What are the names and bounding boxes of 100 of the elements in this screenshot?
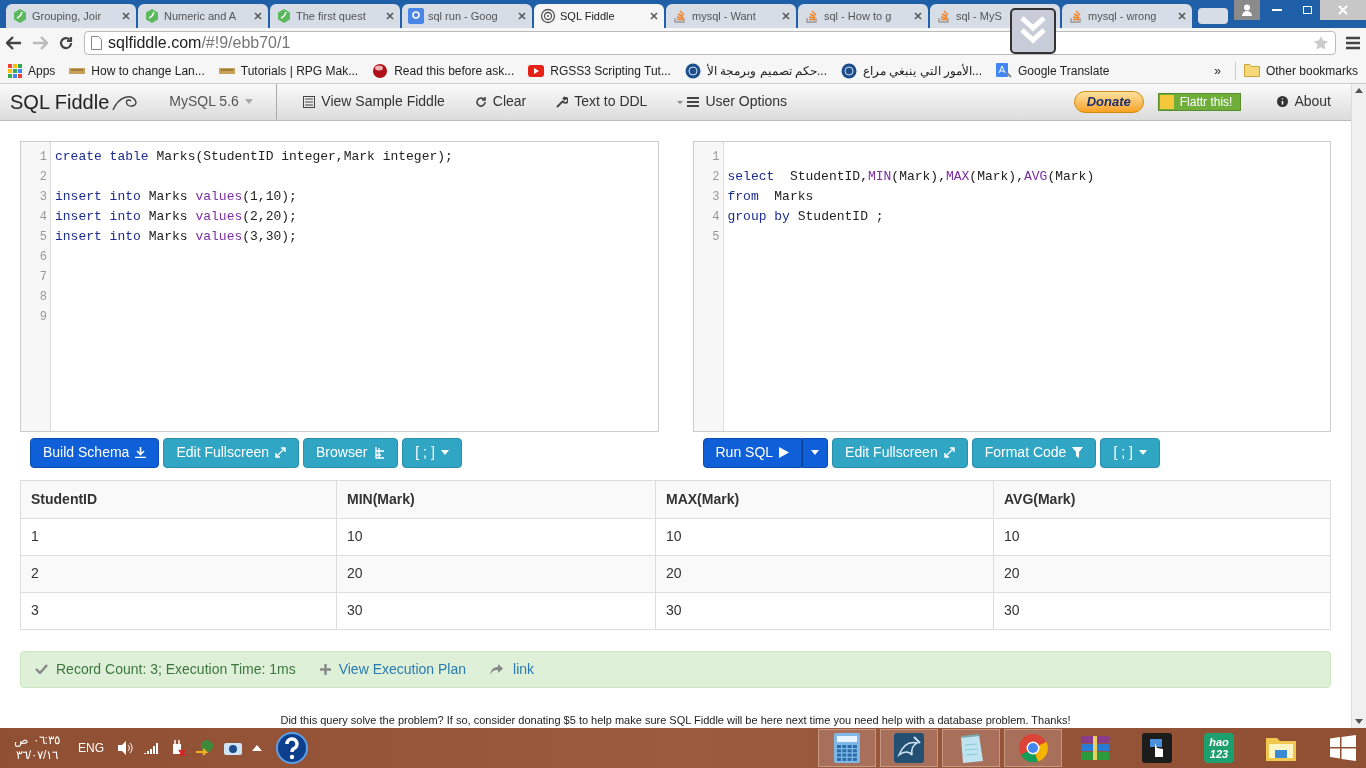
scroll-up-icon[interactable] (1355, 88, 1363, 93)
line-number: 8 (39, 288, 47, 306)
windows-logo-icon[interactable] (1330, 735, 1356, 761)
apps-grid-icon (8, 63, 22, 78)
rpg-logo-icon (69, 65, 86, 76)
donate-button[interactable]: Donate (1073, 90, 1144, 113)
share-link[interactable]: link (490, 658, 535, 680)
nav-item[interactable]: User Options (677, 91, 788, 113)
language-indicator[interactable]: ENG (78, 739, 104, 757)
caret-icon (811, 450, 820, 455)
bookmark-item[interactable]: حكم تصميم وبرمجة الأ... (684, 61, 827, 80)
list-icon (303, 95, 316, 108)
more-bookmarks-button[interactable]: » (1214, 61, 1221, 80)
folder-icon (1243, 64, 1260, 77)
table-cell: 20 (337, 555, 656, 592)
globe-icon (684, 62, 701, 79)
close-icon[interactable] (914, 12, 922, 20)
back-icon[interactable] (6, 36, 22, 50)
close-icon[interactable] (122, 12, 130, 20)
globe-arrow-icon[interactable] (196, 740, 214, 756)
ball-icon (372, 62, 389, 79)
brand-title[interactable]: SQL Fiddle (0, 86, 138, 117)
clock[interactable]: ٠٦:٣٥ ص ٣٦/٠٧/١٦ (6, 733, 68, 763)
google-icon (408, 8, 424, 24)
download-arrows-toast[interactable] (1010, 8, 1056, 54)
bookmark-item[interactable]: How to change Lan... (69, 61, 205, 80)
browser-tab[interactable]: sql run - Goog (402, 4, 532, 28)
close-icon[interactable] (386, 12, 394, 20)
donation-note: Did this query solve the problem? If so, consider donating $5 to help make sure SQL Fiddle will be here next time you need help with a database problem. Thanks! (279, 712, 1072, 728)
line-number: 1 (712, 148, 720, 166)
signal-icon[interactable] (144, 742, 160, 754)
line-number: 2 (712, 168, 720, 186)
reload-icon[interactable] (58, 35, 74, 51)
table-cell: 30 (656, 592, 994, 629)
refresh-icon (474, 95, 487, 108)
column-header: MAX(Mark) (656, 480, 994, 518)
browser-tab[interactable]: SQL Fiddle (534, 4, 664, 28)
code-line: create table Marks(StudentID integer,Mark integer); (55, 147, 453, 166)
camera-icon[interactable] (224, 740, 242, 756)
code-line: from Marks (727, 187, 815, 206)
line-number: 4 (39, 208, 47, 226)
touch-screen-icon (1142, 733, 1172, 763)
address-field[interactable]: sqlfiddle.com/#!9/ebb70/1 (84, 31, 1336, 55)
nav-item[interactable]: Clear (474, 91, 527, 113)
browser-tab[interactable]: mysql - wrong (1062, 4, 1192, 28)
code-editor[interactable]: 1 2 3 4 5 6 7 8 9 create table Marks(StudentID integer,Mark integer); insert into Marks values(1,10); insert into Marks values(2,20); insert into Marks values(3,30); (20, 140, 659, 432)
about-link[interactable]: About (1277, 91, 1331, 113)
browser-tab[interactable]: The first quest (270, 4, 400, 28)
code-line: insert into Marks values(2,20); (55, 207, 298, 226)
bookmark-item[interactable]: Google Translate (996, 61, 1110, 80)
line-number: 5 (712, 228, 720, 246)
execution-plan-link[interactable]: View Execution Plan (319, 658, 467, 680)
dropdown-button[interactable] (802, 437, 829, 468)
browser-tab[interactable]: Grouping, Joir (6, 4, 136, 28)
filter-icon (1072, 447, 1084, 458)
nav-item[interactable]: Text to DDL (556, 91, 648, 113)
toolbar-button[interactable]: Build Schema (30, 437, 160, 468)
star-icon[interactable] (1313, 35, 1329, 51)
record-count: Record Count: 3; Execution Time: 1ms (35, 658, 296, 680)
show-hidden-icon[interactable] (252, 745, 262, 751)
code-editor[interactable]: 1 2 3 4 5 select StudentID,MIN(Mark),MAX(Mark),AVG(Mark) from Marks group by StudentID ; (692, 140, 1331, 432)
line-number: 3 (712, 188, 720, 206)
bookmark-item[interactable]: Read this before ask... (372, 61, 515, 80)
close-icon[interactable] (254, 12, 262, 20)
user-icon[interactable] (1234, 0, 1260, 20)
bookmark-item[interactable]: Apps (8, 61, 56, 80)
tab-title: Grouping, Joir (32, 8, 103, 24)
browser-tab[interactable]: Numeric and A (138, 4, 268, 28)
database-dropdown[interactable]: MySQL 5.6 (169, 84, 278, 120)
menu-icon[interactable] (1346, 36, 1360, 50)
stack-icon (804, 8, 820, 24)
tab-title: Numeric and A (164, 8, 238, 24)
speaker-icon[interactable] (118, 741, 134, 755)
nav-item[interactable]: View Sample Fiddle (303, 91, 445, 113)
download-icon (135, 447, 147, 458)
scroll-down-icon[interactable] (1355, 719, 1363, 724)
youtube-icon (528, 64, 545, 77)
close-icon[interactable] (782, 12, 790, 20)
globe-icon (841, 62, 857, 79)
taskbar-app[interactable] (880, 729, 938, 767)
tab-title: sql - How to g (824, 8, 893, 24)
close-icon[interactable] (518, 12, 526, 20)
play-icon (779, 447, 790, 458)
help-icon[interactable] (276, 732, 308, 764)
close-icon[interactable] (1178, 12, 1186, 20)
close-icon[interactable] (650, 12, 658, 20)
browser-tab[interactable]: mysql - Want (666, 4, 796, 28)
bookmark-item[interactable]: Tutorials | RPG Mak... (218, 61, 359, 80)
bookmark-item[interactable]: RGSS3 Scripting Tut... (528, 61, 671, 80)
code-line: select StudentID,MIN(Mark),MAX(Mark),AVG(Mark) (727, 167, 1095, 186)
run-sql-button[interactable]: Run SQL (702, 437, 803, 468)
browser-tab[interactable]: sql - How to g (798, 4, 928, 28)
code-line: insert into Marks values(1,10); (55, 187, 298, 206)
plug-icon[interactable] (170, 740, 186, 756)
column-header: StudentID (21, 480, 337, 518)
bookmark-item[interactable]: الأمور التي ينبغي مراع... (841, 61, 982, 80)
other-bookmarks-folder[interactable]: Other bookmarks (1234, 61, 1358, 80)
rpg-logo-icon (218, 65, 235, 76)
new-tab-button[interactable] (1198, 8, 1228, 24)
tab-title: sql run - Goog (428, 8, 499, 24)
